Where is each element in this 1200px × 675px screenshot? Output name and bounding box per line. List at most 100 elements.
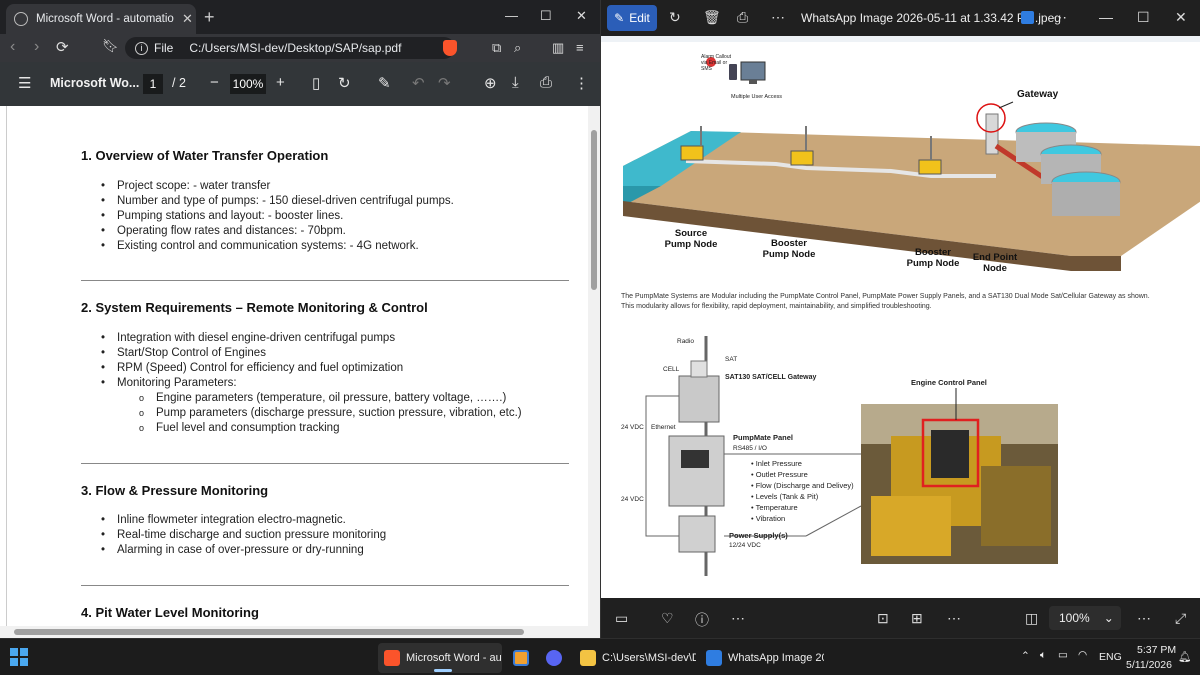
pdf-toolbar: ☰ Microsoft Wo... 1 / 2 − 100% + ▯ ↻ ✎ ↶… <box>0 62 600 106</box>
fullscreen-icon[interactable]: ⤢ <box>1175 610 1186 627</box>
hamburger-menu-icon[interactable]: ☰ <box>18 74 31 92</box>
undo-icon[interactable]: ↶ <box>412 74 425 92</box>
close-window-button[interactable]: ✕ <box>1175 9 1187 26</box>
reload-button[interactable]: ⟳ <box>56 38 69 56</box>
url-field[interactable]: i File C:/Users/MSI-dev/Desktop/SAP/sap.… <box>125 37 455 59</box>
info-icon[interactable]: ⓘ <box>695 610 709 630</box>
list-item: Real-time discharge and suction pressure… <box>101 529 386 541</box>
brave-shield-icon[interactable] <box>443 40 457 56</box>
scrollbar-thumb[interactable] <box>14 629 524 635</box>
image-viewer[interactable]: Alarm Callout via Email or SMS Multiple … <box>601 36 1200 598</box>
notification-icon[interactable]: 🔔︎ <box>1178 650 1191 663</box>
actual-size-icon[interactable]: ◫ <box>1025 610 1038 627</box>
forward-button[interactable]: › <box>34 38 39 56</box>
vertical-scrollbar[interactable] <box>588 106 600 626</box>
rs485-label: RS485 / I/O <box>733 445 767 452</box>
taskbar-app-browser[interactable]: Microsoft Word - au... <box>378 643 502 673</box>
divider <box>81 585 569 586</box>
browser-tab[interactable]: Microsoft Word - automation rec ✕ <box>6 4 196 34</box>
list-item: Number and type of pumps: - 150 diesel-d… <box>101 195 454 207</box>
maximize-button[interactable]: ☐ <box>540 8 552 24</box>
list-item: Pumping stations and layout: - booster l… <box>101 210 343 222</box>
bookmark-icon[interactable]: 🔖︎ <box>102 38 119 54</box>
taskbar-app-label: WhatsApp Image 20... <box>728 652 824 664</box>
page-number-input[interactable]: 1 <box>143 74 163 94</box>
booster-node-label: Booster Pump Node <box>906 247 960 269</box>
info-icon[interactable]: i <box>135 41 148 55</box>
zoom-out-button[interactable]: − <box>210 74 219 91</box>
total-pages: / 2 <box>172 76 186 90</box>
alarm-callout-label: Alarm Callout via Email or SMS <box>701 54 732 72</box>
language-indicator[interactable]: ENG <box>1099 651 1122 663</box>
section-title: 2. System Requirements – Remote Monitori… <box>81 300 428 315</box>
clock-time[interactable]: 5:37 PM <box>1137 644 1176 656</box>
favorite-icon[interactable]: ♡ <box>661 610 674 627</box>
photos-toolbar: ✎ Edit ↻ 🗑︎ ⎙ ⋯ WhatsApp Image 2026-05-1… <box>601 0 1200 36</box>
clock-date[interactable]: 5/11/2026 <box>1126 659 1172 671</box>
chevron-up-icon[interactable]: ⌃ <box>1021 650 1030 662</box>
taskbar-app-label: Microsoft Word - au... <box>406 652 502 664</box>
print-icon[interactable]: ⎙ <box>737 9 748 26</box>
rotate-icon[interactable]: ↻ <box>669 9 681 26</box>
volume-icon[interactable]: 🔈︎ <box>1040 649 1046 662</box>
sub-list-item: Engine parameters (temperature, oil pres… <box>139 392 506 404</box>
battery-icon[interactable]: ▭ <box>1058 649 1068 661</box>
more-icon[interactable]: ⋯ <box>947 610 961 627</box>
back-button[interactable]: ‹ <box>10 38 15 56</box>
zoom-dropdown[interactable]: 100% ⌄ <box>1049 606 1121 630</box>
sat-label: SAT <box>725 356 738 363</box>
search-in-page-icon[interactable]: ⌕ <box>514 40 521 56</box>
taskbar-app-pinned[interactable] <box>507 643 535 673</box>
print-icon[interactable]: ⎙ <box>540 74 552 91</box>
scrollbar-thumb[interactable] <box>591 130 597 290</box>
pdf-page: 1. Overview of Water Transfer Operation … <box>6 106 588 626</box>
wifi-icon[interactable]: ◠ <box>1078 649 1087 661</box>
add-annotation-icon[interactable]: ⊕ <box>484 74 497 92</box>
list-item: Inline flowmeter integration electro-mag… <box>101 514 346 526</box>
zoom-in-button[interactable]: + <box>276 74 285 91</box>
draw-icon[interactable]: ✎ <box>378 74 391 92</box>
globe-icon <box>14 12 28 26</box>
zoom-input[interactable]: 100% <box>230 74 266 94</box>
maximize-button[interactable]: ☐ <box>1137 9 1150 26</box>
edit-button[interactable]: ✎ Edit <box>607 5 657 31</box>
text-detect-icon[interactable]: ⊞ <box>911 610 923 627</box>
minimize-button[interactable]: — <box>1099 9 1113 25</box>
close-tab-icon[interactable]: ✕ <box>182 11 193 27</box>
download-icon[interactable]: ⤓ <box>512 74 519 91</box>
new-tab-button[interactable]: + <box>204 7 215 28</box>
rotate-icon[interactable]: ↻ <box>338 74 351 92</box>
horizontal-scrollbar[interactable] <box>0 626 600 638</box>
redo-icon[interactable]: ↷ <box>438 74 451 92</box>
end-point-node-label: End Point Node <box>972 252 1018 274</box>
taskbar-app-explorer[interactable]: C:\Users\MSI-dev\D... <box>574 643 696 673</box>
visual-search-icon[interactable]: ⊡ <box>877 610 889 627</box>
vdc-label: 24 VDC <box>621 424 644 431</box>
more-options-icon[interactable]: ⋮ <box>574 74 589 92</box>
multi-user-label: Multiple User Access <box>731 94 783 100</box>
minimize-button[interactable]: — <box>505 8 518 23</box>
sidebar-icon[interactable]: ▥ <box>552 40 564 56</box>
more-options-icon[interactable]: ⋯ <box>1053 9 1067 26</box>
delete-icon[interactable]: 🗑︎ <box>703 9 721 26</box>
more-icon[interactable]: ⋯ <box>1137 610 1151 627</box>
start-button[interactable] <box>10 648 28 666</box>
fit-page-icon[interactable]: ▯ <box>312 74 320 92</box>
taskbar-app-photos[interactable]: WhatsApp Image 20... <box>700 643 824 673</box>
close-window-button[interactable]: ✕ <box>576 8 587 24</box>
section-title: 4. Pit Water Level Monitoring <box>81 605 259 620</box>
zoom-value: 100% <box>1059 611 1090 625</box>
extensions-icon[interactable]: ⧉ <box>492 40 501 56</box>
more-icon[interactable]: ⋯ <box>771 9 785 26</box>
parameter-item: • Outlet Pressure <box>751 470 808 479</box>
list-item: Start/Stop Control of Engines <box>101 347 266 359</box>
filmstrip-icon[interactable]: ▭ <box>615 610 628 627</box>
taskbar-app-discord[interactable] <box>540 643 568 673</box>
sub-list-item: Pump parameters (discharge pressure, suc… <box>139 407 522 419</box>
more-icon[interactable]: ⋯ <box>731 610 745 627</box>
divider <box>81 463 569 464</box>
section-title: 1. Overview of Water Transfer Operation <box>81 148 329 163</box>
menu-icon[interactable]: ≡ <box>576 40 584 55</box>
url-scheme-label: File <box>154 41 174 55</box>
browser-window: Microsoft Word - automation rec ✕ + — ☐ … <box>0 0 600 638</box>
